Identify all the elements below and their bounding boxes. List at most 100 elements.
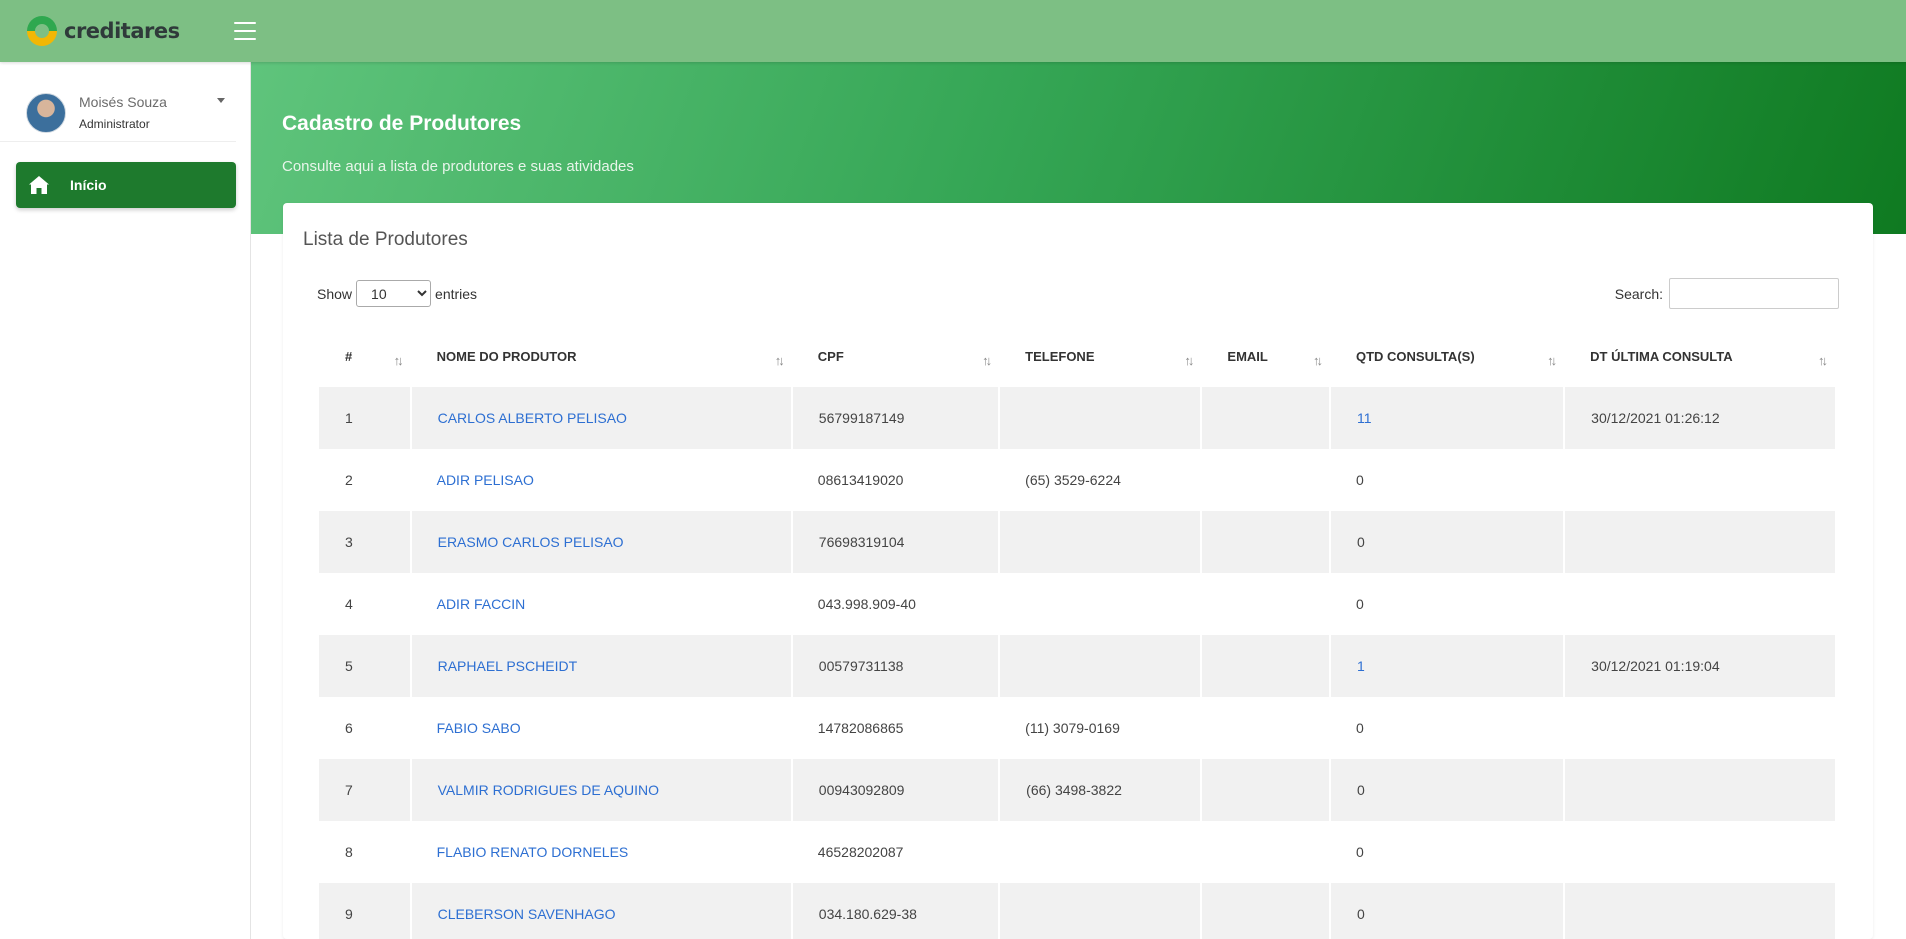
column-header-email[interactable]: EMAIL ↑↓: [1201, 325, 1330, 387]
cell-telefone: (11) 3079-0169: [1025, 720, 1120, 736]
search-box: Search:: [1615, 278, 1839, 309]
user-profile[interactable]: Moisés Souza Administrator: [0, 62, 236, 142]
home-icon: [29, 176, 49, 194]
column-header-label: #: [345, 348, 353, 364]
cell-email: [1201, 635, 1331, 697]
cell-nome[interactable]: CARLOS ALBERTO PELISAO: [410, 387, 793, 449]
cell-telefone: [999, 821, 1201, 883]
cell-nome[interactable]: FLABIO RENATO DORNELES: [411, 821, 792, 883]
cell-qtd: 0: [1355, 472, 1364, 488]
cell-qtd[interactable]: 1: [1329, 635, 1566, 697]
search-input[interactable]: [1669, 278, 1839, 309]
column-header-cpf[interactable]: CPF ↑↓: [792, 325, 999, 387]
top-navbar: creditares: [0, 0, 1906, 62]
cell-qtd[interactable]: 11: [1329, 387, 1566, 449]
cell-telefone: [999, 511, 1203, 573]
producers-card: Lista de Produtores Show 102550100 entri…: [283, 203, 1873, 939]
cell-telefone: (65) 3529-6224: [1025, 472, 1121, 488]
cell-dt: 30/12/2021 01:26:12: [1564, 387, 1835, 449]
table-row: 9 CLEBERSON SAVENHAGO 034.180.629-38 0: [319, 883, 1835, 939]
cell-telefone: [999, 883, 1203, 939]
cell-qtd: 0: [1329, 511, 1566, 573]
sort-icon[interactable]: ↑↓: [1547, 353, 1557, 368]
cell-nome[interactable]: FABIO SABO: [411, 697, 792, 759]
page-subtitle: Consulte aqui a lista de produtores e su…: [282, 158, 634, 175]
sort-icon[interactable]: ↑↓: [1184, 353, 1194, 368]
card-title: Lista de Produtores: [303, 229, 468, 250]
cell-cpf: 14782086865: [817, 720, 904, 736]
cell-telefone: [999, 635, 1203, 697]
table-row: 5 RAPHAEL PSCHEIDT 00579731138 1 30/12/2021 …: [319, 635, 1835, 697]
sidebar: Moisés Souza Administrator Início: [0, 62, 251, 939]
cell-n: 2: [345, 472, 353, 488]
cell-cpf: 043.998.909-40: [817, 596, 916, 612]
table-row: 7 VALMIR RODRIGUES DE AQUINO 00943092809 (6…: [319, 759, 1835, 821]
sort-icon[interactable]: ↑↓: [982, 353, 992, 368]
cell-nome[interactable]: VALMIR RODRIGUES DE AQUINO: [410, 759, 793, 821]
cell-dt: [1564, 697, 1835, 759]
sidebar-item-inicio[interactable]: Início: [16, 162, 236, 208]
column-header-label: QTD CONSULTA(S): [1355, 348, 1475, 364]
column-header-qtd[interactable]: QTD CONSULTA(S) ↑↓: [1330, 325, 1564, 387]
cell-qtd: 0: [1329, 883, 1566, 939]
entries-label: entries: [435, 285, 478, 302]
column-header-nome[interactable]: NOME DO PRODUTOR ↑↓: [411, 325, 792, 387]
sort-icon[interactable]: ↑↓: [1313, 353, 1323, 368]
column-header-telefone[interactable]: TELEFONE ↑↓: [999, 325, 1201, 387]
cell-n: 5: [319, 635, 412, 697]
cell-dt: [1564, 883, 1835, 939]
creditares-logo-icon: [27, 16, 57, 46]
table-row: 4 ADIR FACCIN 043.998.909-40 0: [319, 573, 1835, 635]
cell-n: 6: [345, 720, 353, 736]
column-header-index[interactable]: # ↑↓: [319, 325, 411, 387]
cell-email: [1201, 511, 1331, 573]
cell-cpf: 56799187149: [791, 387, 1001, 449]
brand-name: creditares: [64, 19, 180, 43]
cell-qtd: 0: [1355, 844, 1364, 860]
cell-qtd: 0: [1355, 720, 1364, 736]
page-size-select[interactable]: 102550100: [356, 280, 432, 307]
cell-n: 4: [345, 596, 353, 612]
cell-cpf: 034.180.629-38: [791, 883, 1001, 939]
cell-nome[interactable]: ADIR PELISAO: [411, 449, 792, 511]
cell-dt: [1564, 821, 1835, 883]
cell-n: 9: [319, 883, 412, 939]
column-header-label: DT ÚLTIMA CONSULTA: [1590, 348, 1733, 364]
cell-n: 8: [345, 844, 353, 860]
brand-logo[interactable]: creditares: [24, 13, 184, 49]
cell-dt: [1564, 511, 1835, 573]
cell-dt: 30/12/2021 01:19:04: [1564, 635, 1835, 697]
cell-nome[interactable]: ERASMO CARLOS PELISAO: [410, 511, 793, 573]
sort-icon[interactable]: ↑↓: [394, 353, 404, 368]
chevron-down-icon[interactable]: [217, 98, 225, 103]
sidebar-item-label: Início: [70, 177, 107, 193]
cell-nome[interactable]: CLEBERSON SAVENHAGO: [410, 883, 793, 939]
cell-email: [1201, 883, 1331, 939]
cell-cpf: 76698319104: [791, 511, 1001, 573]
sort-icon[interactable]: ↑↓: [775, 353, 785, 368]
column-header-dt[interactable]: DT ÚLTIMA CONSULTA ↑↓: [1564, 325, 1835, 387]
cell-cpf: 46528202087: [817, 844, 904, 860]
cell-dt: [1564, 573, 1835, 635]
show-label: Show: [317, 285, 353, 302]
cell-dt: [1564, 759, 1835, 821]
cell-dt: [1564, 449, 1835, 511]
cell-email: [1201, 387, 1331, 449]
menu-toggle-icon[interactable]: [234, 22, 256, 40]
cell-email: [1201, 573, 1330, 635]
column-header-label: EMAIL: [1227, 348, 1268, 364]
cell-nome[interactable]: ADIR FACCIN: [411, 573, 792, 635]
cell-email: [1201, 759, 1331, 821]
column-header-label: NOME DO PRODUTOR: [436, 348, 577, 364]
cell-nome[interactable]: RAPHAEL PSCHEIDT: [410, 635, 793, 697]
table-header-row: # ↑↓ NOME DO PRODUTOR ↑↓ CPF ↑↓ TELEFONE ↑↓ EMAI…: [319, 325, 1835, 387]
producers-table: # ↑↓ NOME DO PRODUTOR ↑↓ CPF ↑↓ TELEFONE ↑↓ EMAI…: [319, 325, 1835, 939]
cell-telefone: (66) 3498-3822: [999, 759, 1203, 821]
table-row: 1 CARLOS ALBERTO PELISAO 56799187149 11 30/1…: [319, 387, 1835, 449]
table-row: 8 FLABIO RENATO DORNELES 46528202087 0: [319, 821, 1835, 883]
cell-cpf: 00579731138: [791, 635, 1001, 697]
column-header-label: CPF: [817, 348, 844, 364]
cell-cpf: 00943092809: [791, 759, 1001, 821]
cell-qtd: 0: [1329, 759, 1566, 821]
sort-icon[interactable]: ↑↓: [1818, 353, 1828, 368]
